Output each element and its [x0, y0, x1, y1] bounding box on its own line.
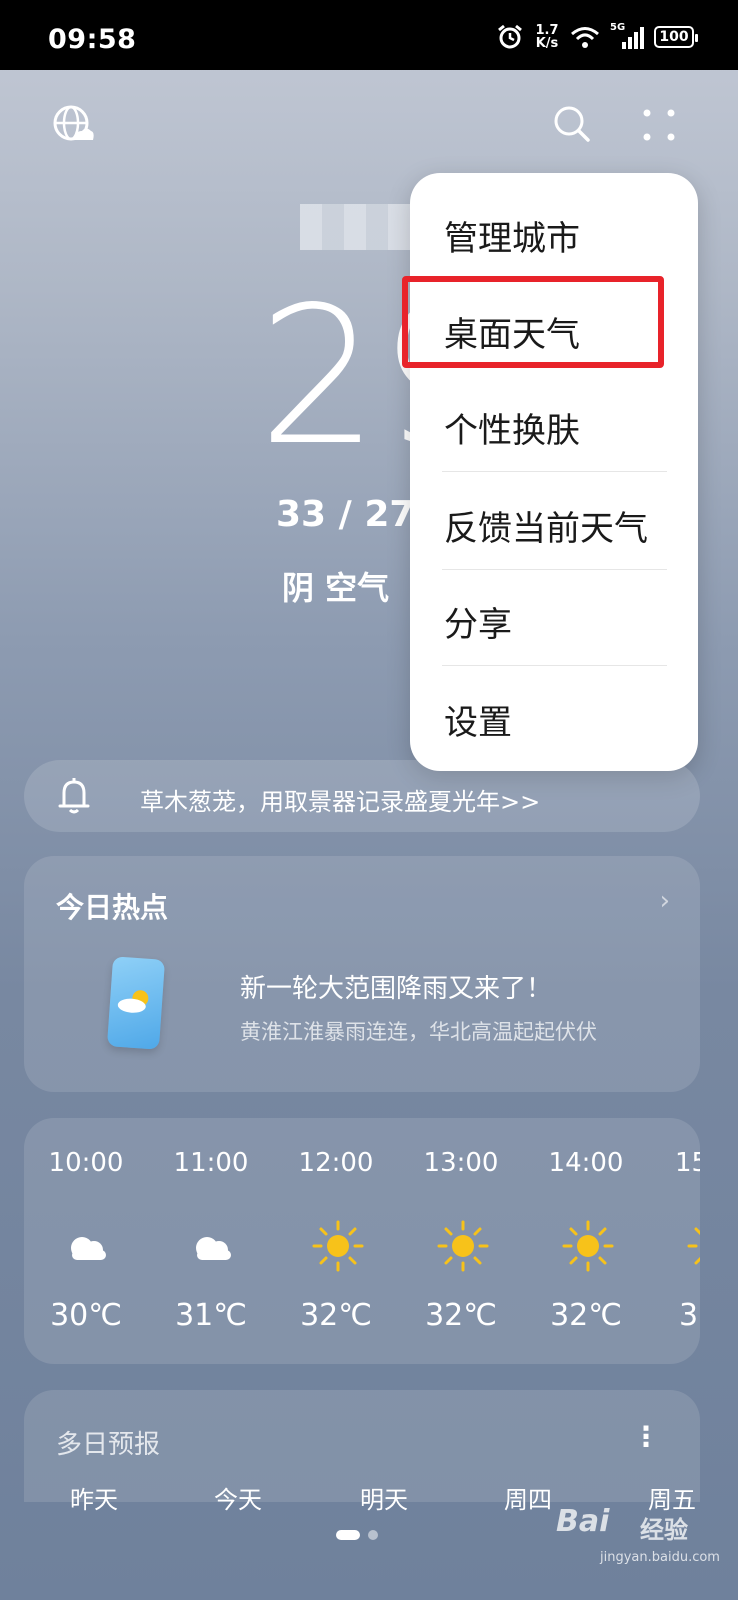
menu-item-share[interactable]: 分享 — [444, 597, 512, 646]
hot-topics-card[interactable]: 今日热点 › 新一轮大范围降雨又来了！ 黄淮江淮暴雨连连，华北高温起起伏伏 — [24, 856, 700, 1092]
menu-item-manage-cities[interactable]: 管理城市 — [444, 211, 580, 260]
page-dot — [368, 1530, 378, 1540]
status-bar: 09:58 1.7 K/s 5G 100 — [0, 0, 738, 70]
battery-icon: 100 — [654, 26, 698, 48]
bell-icon — [58, 778, 90, 814]
sun-icon — [312, 1220, 364, 1272]
weather-condition: 阴 空气 — [282, 569, 390, 607]
day-label[interactable]: 明天 — [360, 1480, 408, 1515]
menu-item-settings[interactable]: 设置 — [444, 695, 512, 744]
menu-item-skins[interactable]: 个性换肤 — [444, 403, 580, 452]
more-vertical-icon[interactable]: ⋮ — [632, 1420, 660, 1453]
sun-icon — [687, 1227, 700, 1265]
status-icons: 1.7 K/s 5G 100 — [496, 22, 698, 52]
chevron-right-icon[interactable]: › — [660, 886, 670, 916]
signal-icon: 5G — [610, 22, 644, 50]
day-label[interactable]: 今天 — [214, 1480, 262, 1515]
menu-divider — [442, 569, 667, 570]
promo-banner[interactable]: 草木葱茏，用取景器记录盛夏光年>> — [24, 760, 700, 832]
cloud-icon — [71, 1237, 106, 1260]
globe-icon[interactable] — [52, 104, 94, 146]
sun-icon — [437, 1220, 489, 1272]
multi-day-title: 多日预报 — [56, 1430, 161, 1460]
more-menu-icon[interactable] — [642, 108, 676, 142]
day-label[interactable]: 昨天 — [70, 1480, 118, 1515]
cloud-icon — [196, 1237, 231, 1260]
menu-divider — [442, 665, 667, 666]
page-dot-active — [336, 1530, 360, 1540]
popup-menu: 管理城市 桌面天气 个性换肤 反馈当前天气 分享 设置 — [410, 173, 698, 771]
alarm-icon — [498, 24, 522, 49]
phone-weather-illustration — [106, 956, 166, 1050]
page-indicator — [336, 1530, 378, 1540]
multi-day-forecast-card[interactable]: 多日预报 ⋮ 昨天 今天 明天 周四 周五 — [24, 1390, 700, 1514]
sun-icon — [562, 1220, 614, 1272]
day-label[interactable]: 周四 — [504, 1480, 552, 1515]
clock: 09:58 — [48, 24, 137, 55]
menu-item-feedback[interactable]: 反馈当前天气 — [444, 501, 648, 550]
highlight-box — [402, 276, 664, 368]
search-icon[interactable] — [552, 104, 592, 144]
wifi-icon — [571, 27, 599, 48]
news-subtitle: 黄淮江淮暴雨连连，华北高温起起伏伏 — [240, 1020, 597, 1044]
banner-text: 草木葱茏，用取景器记录盛夏光年>> — [140, 788, 541, 816]
net-speed: 1.7 K/s — [535, 23, 559, 51]
city-name-blurred — [300, 204, 410, 250]
hourly-forecast-card[interactable]: 10:00 30℃ 11:00 31℃ 12:00 32℃ 13:00 32℃ … — [24, 1118, 700, 1364]
menu-divider — [442, 471, 667, 472]
temperature-range: 33 / 27 — [276, 494, 415, 535]
news-title[interactable]: 新一轮大范围降雨又来了！ — [240, 968, 552, 1005]
hot-topics-title: 今日热点 — [56, 891, 169, 924]
baidu-watermark: Bai 经验 jingyan.baidu.com — [556, 1504, 720, 1565]
